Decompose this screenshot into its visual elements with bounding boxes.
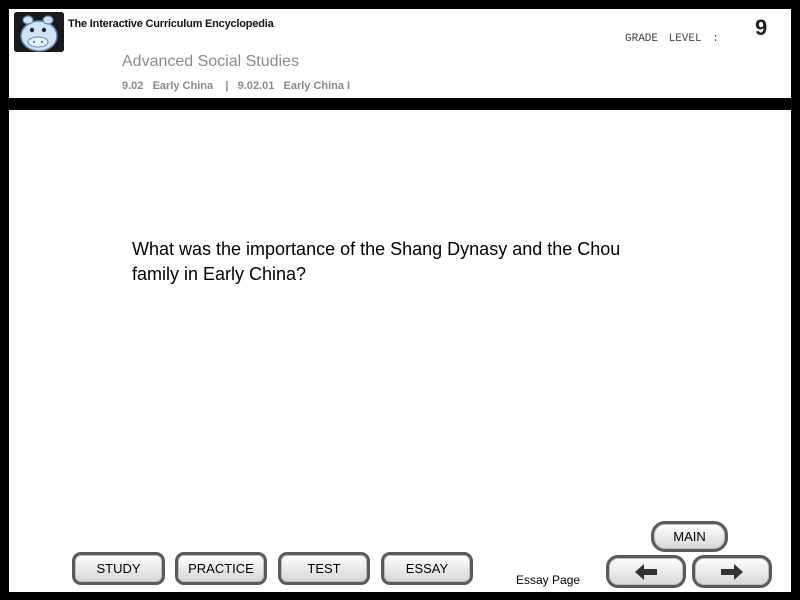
- essay-button-label: ESSAY: [405, 561, 449, 576]
- study-button-label: STUDY: [96, 561, 141, 576]
- page-indicator: Essay Page: [516, 573, 581, 587]
- test-button-label: TEST: [307, 561, 341, 576]
- study-button[interactable]: STUDY: [72, 552, 165, 585]
- main-button-label: MAIN: [673, 529, 706, 544]
- forward-button[interactable]: [692, 555, 772, 588]
- practice-button-label: PRACTICE: [188, 561, 254, 576]
- grade-level-value: 9: [755, 15, 768, 40]
- app-title: The Interactive Curriculum Encyclopedia: [68, 18, 274, 30]
- essay-question: What was the importance of the Shang Dyn…: [132, 239, 621, 284]
- content-panel: What was the importance of the Shang Dyn…: [9, 110, 791, 592]
- lesson-code: 9.02.01: [237, 80, 275, 92]
- essay-button[interactable]: ESSAY: [381, 552, 473, 585]
- grade-level-label: GRADE LEVEL :: [625, 33, 719, 45]
- test-button[interactable]: TEST: [278, 552, 370, 585]
- unit-name: Early China: [152, 80, 214, 92]
- unit-code: 9.02: [122, 80, 144, 92]
- hippo-logo-icon: [14, 12, 64, 52]
- back-button[interactable]: [606, 555, 686, 588]
- header-panel: The Interactive Curriculum Encyclopedia …: [9, 9, 791, 98]
- breadcrumb: 9.02 Early China | 9.02.01 Early China I: [122, 80, 350, 92]
- practice-button[interactable]: PRACTICE: [175, 552, 267, 585]
- lesson-name: Early China I: [283, 80, 351, 92]
- arrow-right-icon: [721, 563, 743, 580]
- main-button[interactable]: MAIN: [651, 521, 728, 552]
- course-title: Advanced Social Studies: [122, 53, 299, 70]
- arrow-left-icon: [635, 563, 657, 580]
